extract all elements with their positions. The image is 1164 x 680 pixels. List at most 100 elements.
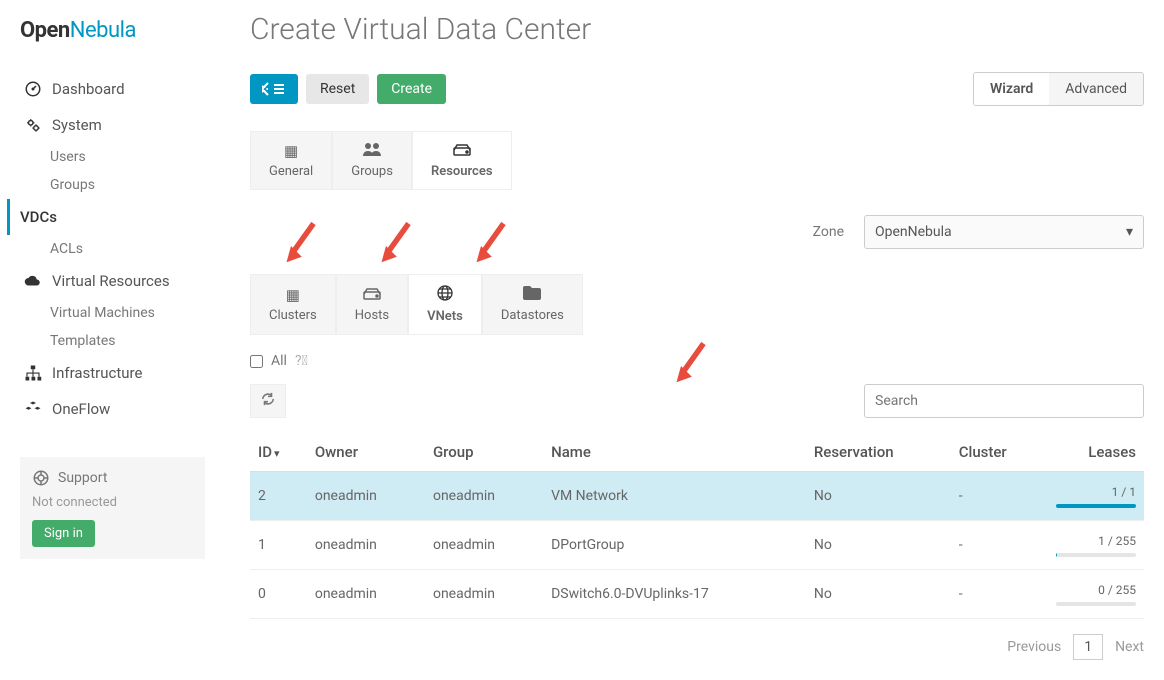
support-icon: [32, 469, 50, 487]
sidebar-item-system[interactable]: System: [20, 107, 220, 143]
back-button[interactable]: [250, 74, 298, 104]
logo-nebula: Nebula: [70, 18, 136, 43]
signin-button[interactable]: Sign in: [32, 520, 95, 547]
reset-button[interactable]: Reset: [306, 74, 369, 104]
vnets-table: ID Owner Group Name Reservation Cluster …: [250, 433, 1144, 619]
advanced-button[interactable]: Advanced: [1049, 73, 1143, 105]
wizard-button[interactable]: Wizard: [974, 73, 1049, 105]
main: Create Virtual Data Center Reset Create …: [220, 0, 1164, 680]
page-number[interactable]: 1: [1073, 634, 1103, 660]
create-button[interactable]: Create: [377, 74, 446, 104]
cell-cluster: -: [951, 472, 1048, 521]
sidebar-item-label: System: [52, 116, 102, 134]
tab-groups[interactable]: Groups: [332, 131, 412, 190]
cell-leases: 1 / 255: [1048, 521, 1144, 570]
sidebar-item-vms[interactable]: Virtual Machines: [20, 299, 220, 327]
cell-reservation: No: [806, 570, 951, 619]
col-leases[interactable]: Leases: [1048, 433, 1144, 472]
sidebar-item-vdcs[interactable]: VDCs: [7, 199, 220, 235]
grid-icon: ▦: [284, 142, 298, 160]
col-group[interactable]: Group: [425, 433, 543, 472]
tab-datastores[interactable]: Datastores: [482, 274, 583, 335]
cell-cluster: -: [951, 521, 1048, 570]
sidebar-item-label: Virtual Resources: [52, 272, 170, 290]
tab-general[interactable]: ▦ General: [250, 131, 332, 190]
zone-select[interactable]: OpenNebula ▾: [864, 215, 1144, 249]
cell-reservation: No: [806, 521, 951, 570]
sidebar-item-label: VDCs: [20, 208, 57, 226]
category-tabs: ▦ General Groups Resources: [250, 131, 1144, 190]
folder-icon: [523, 286, 541, 304]
table-header-row: ID Owner Group Name Reservation Cluster …: [250, 433, 1144, 472]
tab-hosts[interactable]: Hosts: [336, 274, 408, 335]
support-box: Support Not connected Sign in: [20, 457, 205, 559]
all-label: All: [271, 353, 287, 369]
logo: OpenNebula: [20, 18, 220, 43]
sidebar-item-dashboard[interactable]: Dashboard: [20, 71, 220, 107]
help-icon[interactable]: ?⃝: [295, 353, 308, 369]
search-input[interactable]: [864, 384, 1144, 418]
grid-icon: ▦: [286, 286, 300, 304]
table-row[interactable]: 1oneadminoneadminDPortGroupNo-1 / 255: [250, 521, 1144, 570]
tab-clusters[interactable]: ▦ Clusters: [250, 274, 336, 335]
sidebar: OpenNebula Dashboard System Users Groups…: [0, 0, 220, 680]
cell-owner: oneadmin: [307, 570, 425, 619]
table-controls: [250, 384, 1144, 418]
cell-cluster: -: [951, 570, 1048, 619]
tab-label: Groups: [351, 164, 393, 179]
toolbar: Reset Create Wizard Advanced: [250, 72, 1144, 106]
pagination: Previous 1 Next: [250, 634, 1144, 660]
prev-button[interactable]: Previous: [1007, 639, 1061, 655]
table-row[interactable]: 2oneadminoneadminVM NetworkNo-1 / 1: [250, 472, 1144, 521]
cell-group: oneadmin: [425, 570, 543, 619]
sitemap-icon: [24, 364, 42, 382]
sidebar-item-groups[interactable]: Groups: [20, 171, 220, 199]
dashboard-icon: [24, 80, 42, 98]
next-button[interactable]: Next: [1115, 639, 1144, 655]
cell-name: VM Network: [543, 472, 806, 521]
cell-id: 1: [250, 521, 307, 570]
tab-resources[interactable]: Resources: [412, 131, 512, 190]
sidebar-item-virtual-resources[interactable]: Virtual Resources: [20, 263, 220, 299]
col-name[interactable]: Name: [543, 433, 806, 472]
all-checkbox[interactable]: [250, 355, 263, 368]
wizard-toggle: Wizard Advanced: [973, 72, 1144, 106]
sidebar-item-templates[interactable]: Templates: [20, 327, 220, 355]
sidebar-item-oneflow[interactable]: OneFlow: [20, 391, 220, 427]
tab-label: General: [269, 164, 313, 179]
support-status: Not connected: [32, 495, 193, 510]
col-cluster[interactable]: Cluster: [951, 433, 1048, 472]
tab-label: Clusters: [269, 308, 317, 323]
chevron-down-icon: ▾: [1126, 224, 1133, 240]
support-title: Support: [58, 470, 107, 486]
cell-id: 2: [250, 472, 307, 521]
sidebar-item-acls[interactable]: ACLs: [20, 235, 220, 263]
cell-id: 0: [250, 570, 307, 619]
arrow-left-list-icon: [262, 82, 286, 96]
cell-owner: oneadmin: [307, 521, 425, 570]
all-row: All ?⃝: [250, 353, 1144, 369]
sidebar-item-label: OneFlow: [52, 400, 110, 418]
table-row[interactable]: 0oneadminoneadminDSwitch6.0-DVUplinks-17…: [250, 570, 1144, 619]
cell-reservation: No: [806, 472, 951, 521]
col-reservation[interactable]: Reservation: [806, 433, 951, 472]
tab-label: Hosts: [355, 308, 389, 323]
sidebar-item-label: Dashboard: [52, 80, 125, 98]
logo-open: Open: [20, 18, 70, 43]
resource-tabs: ▦ Clusters Hosts VNets Datastores: [250, 274, 1144, 335]
tab-label: Resources: [431, 164, 493, 179]
refresh-button[interactable]: [250, 384, 286, 418]
cloud-icon: [24, 272, 42, 290]
cell-name: DPortGroup: [543, 521, 806, 570]
page-title: Create Virtual Data Center: [250, 12, 1144, 47]
cell-owner: oneadmin: [307, 472, 425, 521]
col-id[interactable]: ID: [250, 433, 307, 472]
users-icon: [363, 142, 381, 160]
sidebar-item-infrastructure[interactable]: Infrastructure: [20, 355, 220, 391]
tab-label: VNets: [427, 309, 463, 324]
col-owner[interactable]: Owner: [307, 433, 425, 472]
sidebar-item-users[interactable]: Users: [20, 143, 220, 171]
gears-icon: [24, 116, 42, 134]
cell-group: oneadmin: [425, 472, 543, 521]
tab-vnets[interactable]: VNets: [408, 274, 482, 335]
